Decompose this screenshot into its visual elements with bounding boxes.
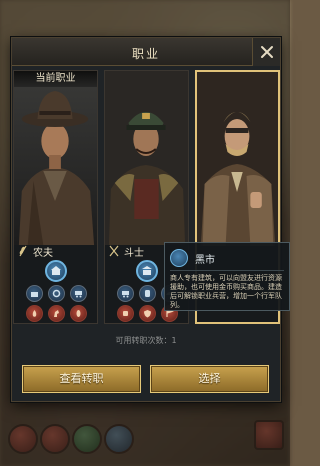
dialog-header: 职业: [12, 38, 280, 66]
cart-icon: [75, 291, 82, 298]
barrel-icon: [145, 290, 150, 297]
farm-icon: [31, 292, 38, 297]
skill-shield[interactable]: [139, 305, 156, 322]
profession-card-farmer[interactable]: 当前职业 农夫: [13, 70, 98, 324]
horse-icon: [54, 310, 59, 317]
farmer-portrait: [14, 71, 97, 245]
merchant-portrait: [197, 72, 278, 246]
main-skill-harvest[interactable]: [45, 260, 67, 282]
profession-name: 农夫: [33, 247, 53, 259]
profession-name: 斗士: [124, 247, 144, 259]
skill-fist[interactable]: [117, 305, 134, 322]
skill-horse[interactable]: [48, 305, 65, 322]
shield-icon: [144, 310, 151, 318]
skill-farm[interactable]: [26, 285, 43, 302]
fire-icon: [32, 310, 37, 317]
profession-name-row: 农夫: [18, 243, 53, 259]
skill-cart[interactable]: [70, 285, 87, 302]
tooltip-divider: [170, 270, 284, 271]
current-profession-label: 当前职业: [14, 71, 97, 87]
dialog-title: 职业: [131, 47, 160, 61]
close-icon: [260, 46, 273, 58]
skill-grain[interactable]: [70, 305, 87, 322]
skill-fire[interactable]: [26, 305, 43, 322]
view-change-button[interactable]: 查看转职: [22, 365, 141, 393]
wagon-icon: [122, 291, 129, 298]
market-stall-icon: [142, 266, 152, 275]
main-skill-market[interactable]: [136, 260, 158, 282]
tooltip-title: 黑市: [195, 255, 215, 266]
select-button[interactable]: 选择: [150, 365, 269, 393]
remaining-changes-text: 可用转职次数：1: [115, 336, 177, 345]
harvest-icon: [51, 266, 61, 275]
gear-icon: [52, 289, 61, 298]
market-stall-icon: [170, 249, 188, 267]
skill-wagon[interactable]: [117, 285, 134, 302]
close-button[interactable]: [252, 38, 280, 66]
tooltip-description: 商人专有建筑，可以向盟友进行资源援助，也可使用金币购买商品。建造后可解锁职业兵营…: [170, 274, 282, 309]
fighter-portrait: [105, 71, 188, 245]
skill-gear[interactable]: [48, 285, 65, 302]
fist-icon: [123, 311, 128, 316]
skill-barrel[interactable]: [139, 285, 156, 302]
profession-name-row: 斗士: [109, 243, 144, 259]
skill-tooltip: 黑市 商人专有建筑，可以向盟友进行资源援助，也可使用金币购买商品。建造后可解锁职…: [164, 242, 290, 311]
grain-icon: [76, 310, 81, 317]
profession-dialog: 职业 当前职业 农夫 斗士 可用转职次数：1 查看转职 选择: [11, 37, 281, 402]
wheat-icon: [19, 245, 27, 257]
crossed-swords-icon: [109, 245, 119, 257]
